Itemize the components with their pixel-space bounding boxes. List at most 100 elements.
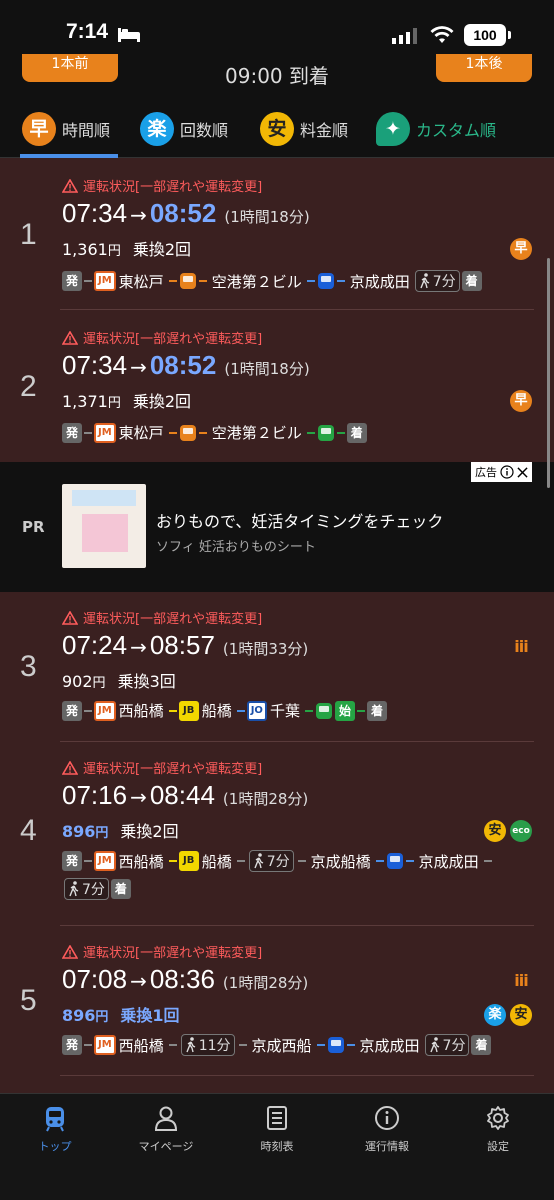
train-icon [315, 702, 332, 719]
next-train-button[interactable]: 1本後 [436, 54, 532, 82]
tab-service-info[interactable]: 運行情報 [342, 1104, 432, 1154]
tab-custom-order[interactable]: ✦ カスタム順 [376, 112, 496, 146]
arrival-time: 08:44 [149, 780, 215, 810]
tab-mypage[interactable]: マイページ [121, 1104, 211, 1154]
path-segment [168, 431, 177, 434]
route-times: 07:16 → 08:44 (1時間28分) [62, 780, 308, 811]
fare: 902 [62, 672, 93, 691]
route-item-3[interactable]: 3 運転状況[一部遅れや運転変更] 07:24 → 08:57 (1時間33分)… [0, 592, 554, 742]
path-segment [84, 860, 92, 862]
service-warning[interactable]: 運転状況[一部遅れや運転変更] [62, 328, 262, 347]
warning-text: 運転状況[一部遅れや運転変更] [83, 612, 263, 627]
service-warning[interactable]: 運転状況[一部遅れや運転変更] [62, 758, 262, 777]
service-warning[interactable]: 運転状況[一部遅れや運転変更] [62, 942, 262, 961]
crowd-level-icon: iii [514, 971, 528, 990]
service-warning[interactable]: 運転状況[一部遅れや運転変更] [62, 176, 262, 195]
yen-unit: 円 [92, 676, 106, 691]
walk-segment: 7分 [64, 878, 109, 900]
yen-unit: 円 [107, 396, 121, 411]
transfer-count: 乗換2回 [132, 240, 192, 259]
ad-title[interactable]: おりもので、妊活タイミングをチェック [156, 508, 443, 532]
path-segment [238, 1044, 247, 1046]
end-marker: 着 [366, 700, 387, 721]
tab-top[interactable]: トップ [10, 1104, 100, 1154]
station-name: 京成成田 [349, 272, 410, 291]
warning-icon [62, 610, 78, 625]
path-segment [168, 280, 177, 282]
ad-choices-icon[interactable] [500, 465, 514, 479]
ad-tag[interactable]: 広告 [471, 462, 532, 482]
route-path: 発 JM 西船橋 JB 船橋 JO 千葉 始 着 [62, 700, 534, 721]
ad-banner[interactable]: PR おりもので、妊活タイミングをチェック ソフィ 妊活おりものシート 広告 [0, 462, 554, 592]
station-name: 京成成田 [359, 1036, 420, 1055]
tab-label: マイページ [138, 1140, 194, 1153]
service-warning[interactable]: 運転状況[一部遅れや運転変更] [62, 608, 262, 627]
bottom-tab-bar: トップ マイページ 時刻表 運行情報 設定 [0, 1093, 554, 1200]
ad-subtitle[interactable]: ソフィ 妊活おりものシート [156, 536, 316, 555]
start-marker: 発 [62, 700, 82, 721]
line-badge-jm: JM [94, 1035, 116, 1055]
walking-icon [186, 1037, 196, 1053]
transfer-count: 乗換3回 [117, 672, 176, 691]
path-segment [336, 280, 345, 282]
status-time: 7:14 [66, 20, 109, 43]
route-times: 07:34 → 08:52 (1時間18分) [62, 198, 310, 229]
end-marker: 着 [461, 271, 482, 291]
end-marker: 着 [110, 879, 131, 899]
fare-row: 896 円 乗換2回 [62, 818, 179, 842]
yen-unit: 円 [95, 1010, 109, 1025]
route-times: 07:34 → 08:52 (1時間18分) [62, 350, 310, 381]
path-segment [168, 709, 177, 712]
train-icon [46, 1107, 64, 1132]
fare: 1,361 [62, 240, 108, 259]
route-item-6-partial[interactable] [0, 1076, 554, 1093]
fare-row: 1,361 円 乗換2回 [62, 236, 191, 260]
train-icon [327, 1037, 344, 1053]
line-badge-jm: JM [94, 271, 116, 291]
ad-image-header [72, 490, 136, 506]
station-name: 空港第２ビル [211, 272, 302, 291]
warning-text: 運転状況[一部遅れや運転変更] [83, 762, 263, 777]
duration: (1時間28分) [222, 974, 309, 992]
easy-badge: 楽 [484, 1004, 506, 1026]
tab-label: 回数順 [180, 121, 229, 140]
line-badge-jb: JB [178, 700, 199, 721]
arrival-time: 08:57 [149, 630, 215, 660]
route-item-5[interactable]: 5 運転状況[一部遅れや運転変更] 07:08 → 08:36 (1時間28分)… [0, 926, 554, 1076]
train-icon [317, 424, 334, 441]
walking-icon [429, 1037, 439, 1053]
arrow: → [130, 355, 147, 379]
scrollbar[interactable] [547, 258, 550, 488]
path-segment [168, 860, 177, 862]
first-train-badge: 始 [334, 700, 355, 721]
route-item-2[interactable]: 2 運転状況[一部遅れや運転変更] 07:34 → 08:52 (1時間18分)… [0, 310, 554, 462]
sleep-mode-icon [118, 28, 140, 42]
station-name: 西船橋 [118, 1036, 164, 1055]
station-name: 船橋 [201, 702, 232, 720]
route-number: 5 [20, 984, 37, 1017]
tab-settings[interactable]: 設定 [453, 1104, 543, 1154]
ad-tag-label: 広告 [475, 466, 497, 479]
line-badge-jm: JM [94, 422, 116, 443]
walk-segment: 7分 [424, 1034, 470, 1056]
route-list[interactable]: 1 運転状況[一部遅れや運転変更] 07:34 → 08:52 (1時間18分)… [0, 158, 554, 1093]
path-segment [84, 431, 92, 434]
tab-fare-order[interactable]: 安 料金順 [260, 112, 348, 146]
tab-timetable[interactable]: 時刻表 [232, 1104, 322, 1154]
route-badges: iii [506, 636, 532, 658]
departure-time: 07:16 [62, 780, 128, 810]
cheapest-badge: 安 [484, 820, 506, 842]
warning-text: 運転状況[一部遅れや運転変更] [83, 180, 263, 195]
tab-transfer-order[interactable]: 楽 回数順 [140, 112, 228, 146]
path-segment [84, 709, 92, 712]
ad-image[interactable] [62, 484, 146, 568]
close-icon[interactable] [517, 466, 528, 478]
fastest-icon: 早 [22, 112, 56, 146]
route-item-1[interactable]: 1 運転状況[一部遅れや運転変更] 07:34 → 08:52 (1時間18分)… [0, 158, 554, 310]
warning-icon [62, 760, 78, 775]
walk-segment: 11分 [180, 1034, 235, 1056]
tab-label: トップ [38, 1140, 72, 1153]
route-item-4[interactable]: 4 運転状況[一部遅れや運転変更] 07:16 → 08:44 (1時間28分)… [0, 742, 554, 926]
tab-time-order[interactable]: 早 時間順 [22, 112, 110, 146]
tab-label: 運行情報 [365, 1140, 409, 1153]
